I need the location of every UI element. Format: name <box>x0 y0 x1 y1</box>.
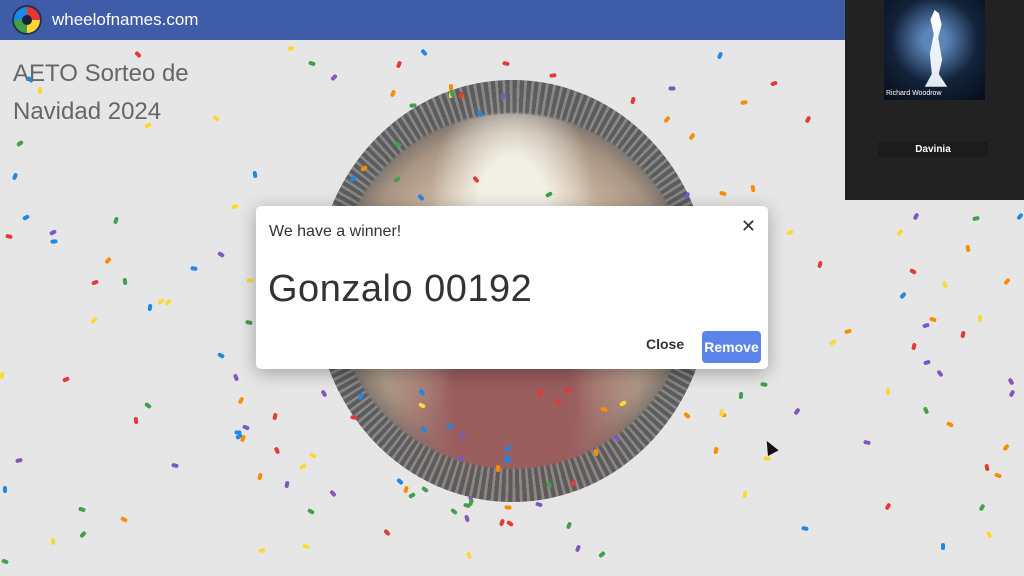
confetti-piece <box>801 526 809 531</box>
confetti-piece <box>122 277 128 286</box>
confetti-piece <box>496 465 500 472</box>
video-tile[interactable]: Richard Woodrow <box>884 0 985 100</box>
video-call-panel: Richard Woodrow Davinia <box>845 0 1024 200</box>
confetti-piece <box>738 391 744 400</box>
site-name[interactable]: wheelofnames.com <box>52 10 198 30</box>
confetti-piece <box>537 389 543 398</box>
trophy-icon <box>924 10 948 87</box>
confetti-piece <box>2 485 8 494</box>
winner-dialog: We have a winner! ✕ Gonzalo 00192 Close … <box>256 206 768 369</box>
confetti-piece <box>234 430 242 435</box>
confetti-piece <box>504 458 512 463</box>
dialog-title: We have a winner! <box>269 223 402 240</box>
remove-button[interactable]: Remove <box>702 331 761 363</box>
confetti-piece <box>501 93 505 100</box>
site-header: wheelofnames.com <box>0 0 845 40</box>
confetti-piece <box>409 103 417 108</box>
wheelofnames-logo-icon[interactable] <box>12 5 42 35</box>
confetti-piece <box>941 543 945 550</box>
confetti-piece <box>50 537 56 546</box>
confetti-piece <box>885 387 891 396</box>
confetti-piece <box>593 448 599 457</box>
close-button[interactable]: Close <box>646 336 684 352</box>
confetti-piece <box>750 184 756 193</box>
participant-label: Davinia <box>878 142 988 157</box>
confetti-piece <box>246 278 254 283</box>
confetti-piece <box>668 86 676 91</box>
winner-name: Gonzalo 00192 <box>268 268 533 310</box>
confetti-piece <box>504 505 512 510</box>
confetti-piece <box>446 424 454 429</box>
modal-overlay-side <box>845 200 1024 576</box>
confetti-piece <box>133 416 139 425</box>
confetti-piece <box>37 86 43 95</box>
confetti-piece <box>742 490 748 499</box>
video-tile-name: Richard Woodrow <box>886 90 942 97</box>
confetti-piece <box>763 456 771 461</box>
close-icon[interactable]: ✕ <box>741 216 756 237</box>
